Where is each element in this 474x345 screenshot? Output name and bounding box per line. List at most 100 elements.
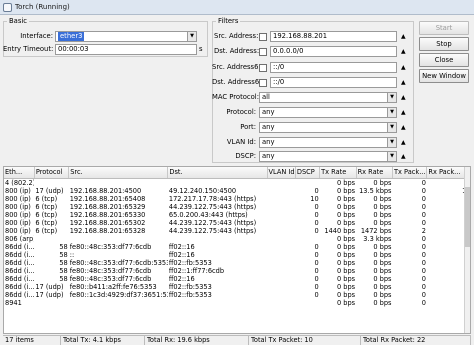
title-bar[interactable]: Torch (Running) bbox=[0, 0, 474, 15]
table-row[interactable]: 806 (arp)0 bps3.3 kbps08 bbox=[4, 234, 470, 243]
cell-rx-rate: 0 bps bbox=[373, 290, 392, 299]
entry-timeout-input[interactable]: 00:00:03 bbox=[55, 44, 197, 55]
cell-dst: ff02::fb:5353 bbox=[168, 290, 212, 299]
table-row[interactable]: 800 (ip) 6 (tcp) 192.168.88.201:65330 65.0.… bbox=[4, 211, 470, 219]
table-row[interactable]: 86dd (i... 17 (udp) fe80::1c3d:4929:df37:3… bbox=[4, 290, 470, 299]
scrollbar-thumb[interactable] bbox=[465, 187, 470, 247]
cell-dscp: 0 bbox=[314, 202, 319, 211]
stop-button[interactable]: Stop bbox=[419, 37, 469, 51]
cell-vlan-id bbox=[267, 259, 295, 267]
table-row[interactable]: 800 (ip) 6 (tcp) 192.168.88.201:65408 172.2… bbox=[4, 194, 470, 203]
table-row[interactable]: 800 (ip) 17 (udp) 192.168.88.201:4500 49.12… bbox=[4, 186, 470, 195]
table-row[interactable]: 800 (ip) 6 (tcp) 192.168.88.201:65329 44.23… bbox=[4, 202, 470, 211]
dst-address6-negate-checkbox[interactable] bbox=[259, 79, 267, 87]
dst-address6-updown-icon[interactable]: ▲ bbox=[401, 77, 406, 88]
cell-tx-packets: 0 bbox=[421, 282, 426, 291]
dscp-updown-icon[interactable]: ▲ bbox=[401, 151, 406, 162]
mac-protocol-select[interactable]: all ▼ bbox=[259, 92, 397, 103]
column-header-rx-rate[interactable]: Rx Rate bbox=[356, 167, 394, 179]
basic-legend: Basic bbox=[9, 17, 27, 25]
cell-tx-rate: 0 bps bbox=[336, 202, 356, 211]
cell-tx-rate: 0 bps bbox=[336, 218, 356, 227]
column-header-tx-rate[interactable]: Tx Rate bbox=[319, 167, 357, 179]
chevron-down-icon[interactable]: ▼ bbox=[387, 123, 396, 132]
cell-rx-rate: 0 bps bbox=[373, 250, 392, 259]
dscp-select[interactable]: any ▼ bbox=[259, 151, 397, 162]
table-header-row: Eth... Protocol Src. Dst. VLAN Id DSCP Tx Rate… bbox=[4, 167, 470, 179]
table-row[interactable]: 86dd (i... 58 fe80::48c:353:df77:6cdb ff02:… bbox=[4, 242, 470, 251]
table-row[interactable]: 86dd (i... 58 fe80::48c:353:df77:6cdb ff02:… bbox=[4, 266, 470, 275]
new-window-button[interactable]: New Window bbox=[419, 69, 469, 83]
cell-tx-rate: 0 bps bbox=[336, 290, 356, 299]
cell-dscp: 0 bbox=[314, 218, 319, 227]
port-updown-icon[interactable]: ▲ bbox=[401, 122, 406, 133]
column-header-dst[interactable]: Dst. bbox=[167, 167, 268, 179]
chevron-down-icon[interactable]: ▼ bbox=[187, 32, 196, 41]
table-row[interactable]: 4 (802.2)0 bps0 bps00 bbox=[4, 178, 470, 187]
dst-address-input[interactable]: 0.0.0.0/0 bbox=[270, 46, 397, 57]
cell-protocol: 17 (udp) bbox=[35, 186, 64, 195]
chevron-down-icon[interactable]: ▼ bbox=[387, 152, 396, 161]
table-row[interactable]: 86dd (i... 58 fe80::48c:353:df77:6cdb:5353… bbox=[4, 259, 470, 267]
dst-address6-input[interactable]: ::/0 bbox=[270, 77, 397, 88]
cell-eth: 8941 bbox=[5, 298, 22, 307]
src-address-input[interactable]: 192.168.88.201 bbox=[270, 31, 397, 42]
dst-address6-label: Dst. Address6: bbox=[212, 78, 262, 86]
cell-tx-rate: 0 bps bbox=[336, 178, 356, 187]
cell-src: 192.168.88.201:65408 bbox=[69, 194, 146, 203]
cell-protocol bbox=[34, 235, 68, 243]
table-row[interactable]: 800 (ip) 6 (tcp) 192.168.88.201:65302 44.23… bbox=[4, 218, 470, 227]
table-row[interactable]: 86dd (i... 58 fe80::48c:353:df77:6cdb ff02:… bbox=[4, 275, 470, 283]
interface-label: Interface: bbox=[20, 32, 53, 40]
column-header-dscp[interactable]: DSCP bbox=[295, 167, 321, 179]
cell-protocol: 58 bbox=[59, 242, 68, 251]
src-address-negate-checkbox[interactable] bbox=[259, 33, 267, 41]
cell-tx-packets: 0 bbox=[421, 218, 426, 227]
table-row[interactable]: 89410 bps0 bps00 bbox=[4, 298, 470, 307]
dst-address-negate-checkbox[interactable] bbox=[259, 48, 267, 56]
cell-tx-packets: 0 bbox=[421, 250, 426, 259]
cell-tx-rate: 0 bps bbox=[336, 234, 356, 243]
chevron-down-icon[interactable]: ▼ bbox=[387, 108, 396, 117]
vlan-id-select[interactable]: any ▼ bbox=[259, 137, 397, 148]
cell-dst: 172.217.17.78:443 (https) bbox=[168, 194, 257, 203]
src-address6-updown-icon[interactable]: ▲ bbox=[401, 62, 406, 73]
cell-tx-rate: 0 bps bbox=[336, 298, 356, 307]
cell-tx-packets: 0 bbox=[421, 266, 426, 275]
column-header-eth[interactable]: Eth... bbox=[4, 167, 35, 179]
start-button[interactable]: Start bbox=[419, 21, 469, 35]
chevron-down-icon[interactable]: ▼ bbox=[387, 93, 396, 102]
mac-protocol-value: all bbox=[262, 93, 270, 101]
protocol-updown-icon[interactable]: ▲ bbox=[401, 107, 406, 118]
port-value: any bbox=[262, 123, 275, 131]
dst-address-updown-icon[interactable]: ▲ bbox=[401, 46, 406, 57]
cell-src: fe80::48c:353:df77:6cdb bbox=[69, 266, 152, 275]
dscp-label: DSCP: bbox=[235, 152, 256, 160]
traffic-table[interactable]: Eth... Protocol Src. Dst. VLAN Id DSCP Tx Rate… bbox=[3, 166, 471, 334]
column-header-tx-packets[interactable]: Tx Pack... bbox=[392, 167, 428, 179]
table-row[interactable]: 86dd (i... 17 (udp) fe80::b411:a2ff:fe76:5… bbox=[4, 282, 470, 291]
cell-tx-packets: 0 bbox=[421, 290, 426, 299]
vlan-id-updown-icon[interactable]: ▲ bbox=[401, 137, 406, 148]
cell-rx-rate: 0 bps bbox=[373, 178, 392, 187]
column-header-vlan-id[interactable]: VLAN Id bbox=[267, 167, 296, 179]
table-row[interactable]: 800 (ip) 6 (tcp) 192.168.88.201:65328 44.23… bbox=[4, 227, 470, 235]
cell-rx-rate: 3.3 kbps bbox=[363, 234, 392, 243]
protocol-value: any bbox=[262, 108, 275, 116]
src-address-updown-icon[interactable]: ▲ bbox=[401, 31, 406, 42]
close-button[interactable]: Close bbox=[419, 53, 469, 67]
entry-timeout-label: Entry Timeout: bbox=[3, 45, 54, 53]
port-select[interactable]: any ▼ bbox=[259, 122, 397, 133]
column-header-src[interactable]: Src. bbox=[68, 167, 169, 179]
table-row[interactable]: 86dd (i...58::ff02::1600 bps0 bps00 bbox=[4, 250, 470, 259]
cell-protocol bbox=[34, 299, 68, 307]
vertical-scrollbar[interactable] bbox=[464, 167, 470, 333]
interface-select[interactable]: ether3 ▼ bbox=[55, 31, 197, 42]
mac-protocol-updown-icon[interactable]: ▲ bbox=[401, 92, 406, 103]
cell-rx-rate: 0 bps bbox=[373, 218, 392, 227]
src-address6-negate-checkbox[interactable] bbox=[259, 64, 267, 72]
chevron-down-icon[interactable]: ▼ bbox=[387, 138, 396, 147]
column-header-protocol[interactable]: Protocol bbox=[34, 167, 70, 179]
src-address6-input[interactable]: ::/0 bbox=[270, 62, 397, 73]
protocol-select[interactable]: any ▼ bbox=[259, 107, 397, 118]
